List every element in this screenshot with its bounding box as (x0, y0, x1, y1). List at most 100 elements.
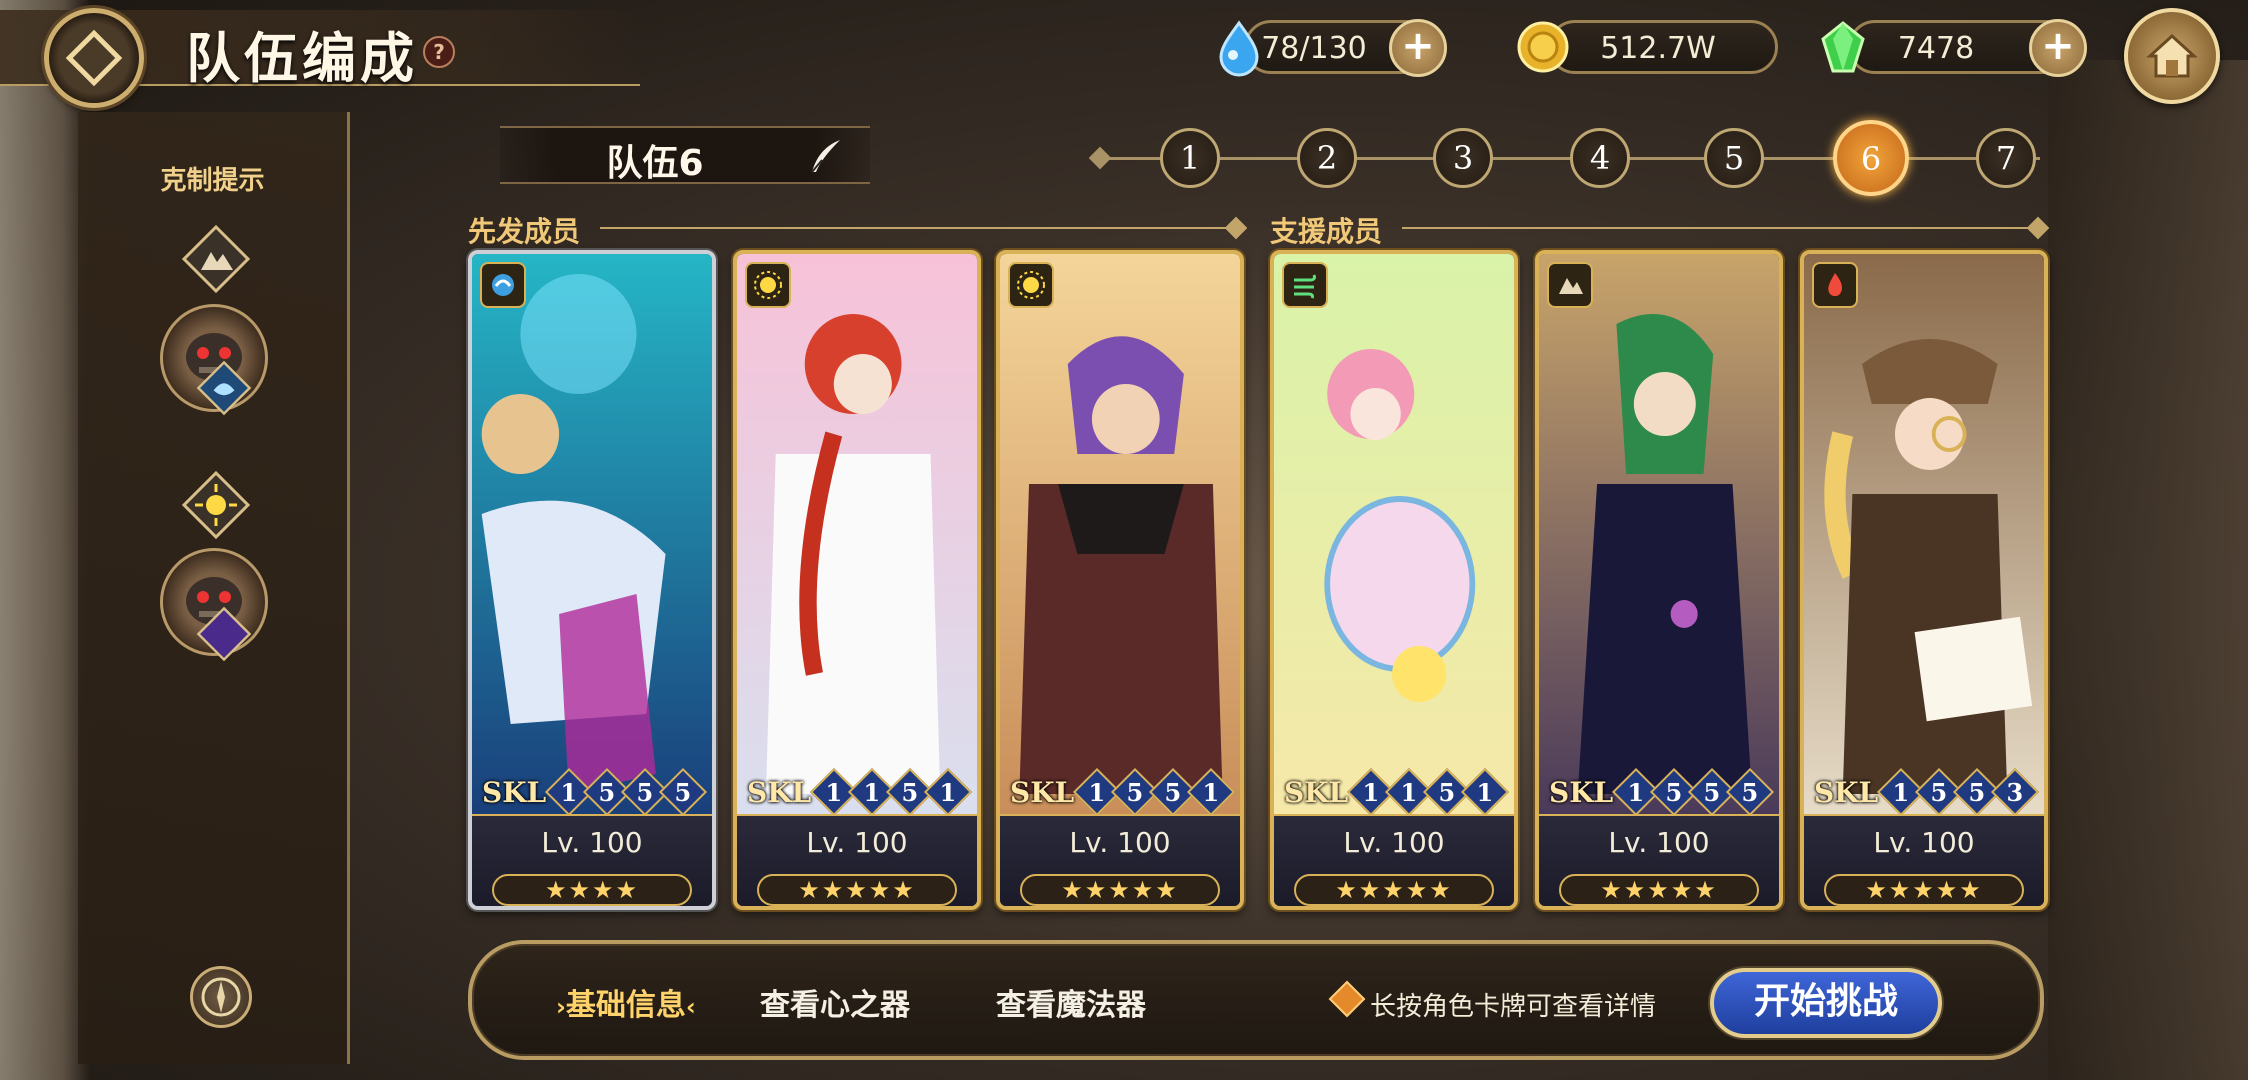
skill-levels: SKL 1 5 5 1 (1010, 767, 1236, 817)
tab-ornament-left: › (556, 993, 566, 1021)
front-section-tip (1224, 216, 1248, 240)
home-icon (2146, 33, 2198, 78)
star-rating: ★★★★ (492, 874, 692, 906)
start-challenge-button[interactable]: 开始挑战 (1710, 968, 1942, 1038)
character-art (472, 254, 712, 814)
gold-value: 512.7W (1600, 31, 1716, 66)
earth-element-badge (1547, 262, 1593, 308)
skl-label: SKL (1284, 775, 1349, 809)
team-slot-4[interactable]: 4 (1570, 128, 1630, 188)
character-level: Lv. 100 (1069, 826, 1171, 859)
support-section-tip (2026, 216, 2050, 240)
skill-level-4: 1 (924, 767, 973, 817)
card-footer: Lv. 100 ★★★★★ (1000, 814, 1240, 906)
team-slot-6[interactable]: 6 (1833, 120, 1909, 196)
skl-label: SKL (1549, 775, 1614, 809)
question-icon[interactable]: ? (423, 36, 455, 68)
stamina-value: 78/130 (1261, 31, 1367, 66)
star-rating: ★★★★★ (757, 874, 957, 906)
character-card-1[interactable]: SKL 1 5 5 5 Lv. 100 ★★★★ (468, 250, 716, 910)
skill-levels: SKL 1 1 5 1 (747, 767, 973, 817)
team-slot-5[interactable]: 5 (1704, 128, 1764, 188)
skill-levels: SKL 1 5 5 5 (1549, 767, 1775, 817)
skill-level-4: 1 (1461, 767, 1510, 817)
star-rating: ★★★★★ (1824, 874, 2024, 906)
card-footer: Lv. 100 ★★★★★ (1274, 814, 1514, 906)
light-element-badge (1008, 262, 1054, 308)
card-footer: Lv. 100 ★★★★★ (1539, 814, 1779, 906)
character-art (737, 254, 977, 814)
team-slot-7[interactable]: 7 (1976, 128, 2036, 188)
character-level: Lv. 100 (1608, 826, 1710, 859)
team-name-box: 队伍6 (500, 126, 870, 184)
stamina-resource: 78/130 + (1219, 19, 1447, 77)
skill-levels: SKL 1 5 5 3 (1814, 767, 2040, 817)
bottom-bar: ›基础信息‹ 查看心之器 查看魔法器 长按角色卡牌可查看详情 开始挑战 (468, 940, 2044, 1060)
back-diamond-icon (65, 29, 123, 87)
water-element-icon (196, 360, 252, 416)
skill-level-4: 1 (1187, 767, 1236, 817)
character-card-4[interactable]: SKL 1 1 5 1 Lv. 100 ★★★★★ (1270, 250, 1518, 910)
home-button[interactable] (2124, 8, 2220, 104)
skill-levels: SKL 1 5 5 5 (482, 767, 708, 817)
tab-basic-info[interactable]: ›基础信息‹ (556, 980, 696, 1024)
add-gem-button[interactable]: + (2029, 19, 2087, 77)
skill-levels: SKL 1 1 5 1 (1284, 767, 1510, 817)
counter-hint-panel: 克制提示 (78, 112, 350, 1064)
card-footer: Lv. 100 ★★★★★ (1804, 814, 2044, 906)
star-rating: ★★★★★ (1559, 874, 1759, 906)
character-level: Lv. 100 (1873, 826, 1975, 859)
tab-heart-device[interactable]: 查看心之器 (760, 980, 910, 1024)
character-level: Lv. 100 (806, 826, 908, 859)
support-section-line (1402, 227, 2032, 229)
skl-label: SKL (1814, 775, 1879, 809)
skl-label: SKL (747, 775, 812, 809)
skill-level-4: 5 (659, 767, 708, 817)
compass-button[interactable] (190, 966, 252, 1028)
light-element-icon (181, 470, 251, 540)
character-card-5[interactable]: SKL 1 5 5 5 Lv. 100 ★★★★★ (1535, 250, 1783, 910)
character-card-6[interactable]: SKL 1 5 5 3 Lv. 100 ★★★★★ (1800, 250, 2048, 910)
earth-element-icon (181, 224, 251, 294)
team-name: 队伍6 (606, 143, 704, 184)
counter-hint-label: 克制提示 (160, 166, 265, 196)
character-card-2[interactable]: SKL 1 1 5 1 Lv. 100 ★★★★★ (733, 250, 981, 910)
card-footer: Lv. 100 ★★★★ (472, 814, 712, 906)
support-members-title: 支援成员 (1270, 215, 1383, 248)
character-level: Lv. 100 (541, 826, 643, 859)
compass-icon (201, 977, 241, 1017)
water-element-badge (480, 262, 526, 308)
tab-magic-device[interactable]: 查看魔法器 (996, 980, 1146, 1024)
info-diamond-icon (1328, 980, 1366, 1018)
front-members-title: 先发成员 (468, 215, 581, 248)
character-art (1274, 254, 1514, 814)
character-art (1804, 254, 2044, 814)
skl-label: SKL (482, 775, 547, 809)
team-slot-2[interactable]: 2 (1297, 128, 1357, 188)
wind-element-badge (1282, 262, 1328, 308)
back-button[interactable] (44, 8, 144, 108)
team-slot-1[interactable]: 1 (1160, 128, 1220, 188)
card-footer: Lv. 100 ★★★★★ (737, 814, 977, 906)
character-level: Lv. 100 (1343, 826, 1445, 859)
team-slot-3[interactable]: 3 (1433, 128, 1493, 188)
top-bar: 队伍编成 ? 78/130 + 512.7W 7478 + (0, 0, 2248, 108)
character-card-3[interactable]: SKL 1 5 5 1 Lv. 100 ★★★★★ (996, 250, 1244, 910)
fire-element-badge (1812, 262, 1858, 308)
add-stamina-button[interactable]: + (1389, 19, 1447, 77)
skl-label: SKL (1010, 775, 1075, 809)
gem-resource: 7478 + (1821, 19, 2087, 77)
star-rating: ★★★★★ (1294, 874, 1494, 906)
rename-quill-icon[interactable] (806, 136, 846, 176)
character-art (1000, 254, 1240, 814)
long-press-tip: 长按角色卡牌可查看详情 (1370, 992, 1657, 1022)
page-title: 队伍编成 (186, 27, 418, 90)
gold-resource: 512.7W (1517, 20, 1778, 74)
track-start-ornament (1088, 146, 1112, 170)
tab-basic-info-label: 基础信息 (565, 988, 686, 1023)
tab-ornament-right: ‹ (685, 993, 696, 1021)
skill-level-4: 3 (1991, 767, 2040, 817)
dark-element-icon (196, 606, 252, 662)
skill-level-4: 5 (1726, 767, 1775, 817)
star-rating: ★★★★★ (1020, 874, 1220, 906)
